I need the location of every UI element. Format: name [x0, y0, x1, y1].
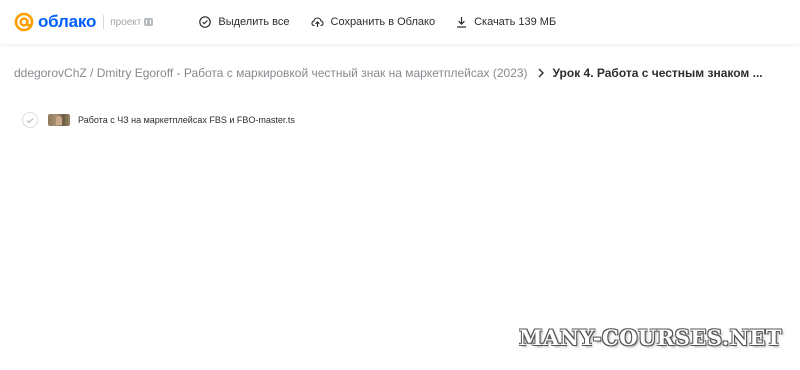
breadcrumb: ddegorovChZ / Dmitry Egoroff - Работа с … — [14, 66, 763, 80]
download-button[interactable]: Скачать 139 МБ — [456, 16, 556, 28]
select-all-button[interactable]: Выделить все — [199, 16, 290, 28]
watermark: MANY-COURSES.NET — [519, 325, 782, 350]
vk-badge-icon — [144, 18, 154, 26]
logo-text: облако — [38, 12, 97, 31]
file-name[interactable]: Работа с ЧЗ на маркетплейсах FBS и FBO-m… — [78, 115, 295, 125]
save-to-cloud-label: Сохранить в Облако — [330, 16, 436, 28]
checkmark-icon — [26, 117, 34, 123]
at-logo-icon — [14, 12, 34, 32]
cloud-upload-icon — [310, 17, 324, 27]
select-all-label: Выделить все — [218, 16, 290, 28]
top-bar: облако проект Выделить все Сохранить в О… — [0, 0, 800, 44]
video-thumbnail — [48, 114, 70, 126]
logo-divider — [103, 15, 105, 29]
download-label: Скачать 139 МБ — [474, 16, 557, 28]
breadcrumb-parent-link[interactable]: ddegorovChZ / Dmitry Egoroff - Работа с … — [14, 66, 528, 80]
file-checkbox[interactable] — [22, 112, 38, 128]
project-label: проект — [110, 16, 154, 28]
check-circle-icon — [199, 16, 212, 28]
list-item[interactable]: Работа с ЧЗ на маркетплейсах FBS и FBO-m… — [22, 112, 295, 128]
watermark-text: MANY-COURSES.NET — [519, 325, 782, 350]
chevron-right-icon — [538, 68, 544, 78]
save-to-cloud-button[interactable]: Сохранить в Облако — [310, 16, 436, 28]
project-text: проект — [110, 16, 142, 28]
cloud-logo[interactable]: облако — [14, 12, 96, 32]
download-icon — [457, 17, 467, 28]
breadcrumb-current: Урок 4. Работа с честным знаком ... — [552, 66, 763, 80]
